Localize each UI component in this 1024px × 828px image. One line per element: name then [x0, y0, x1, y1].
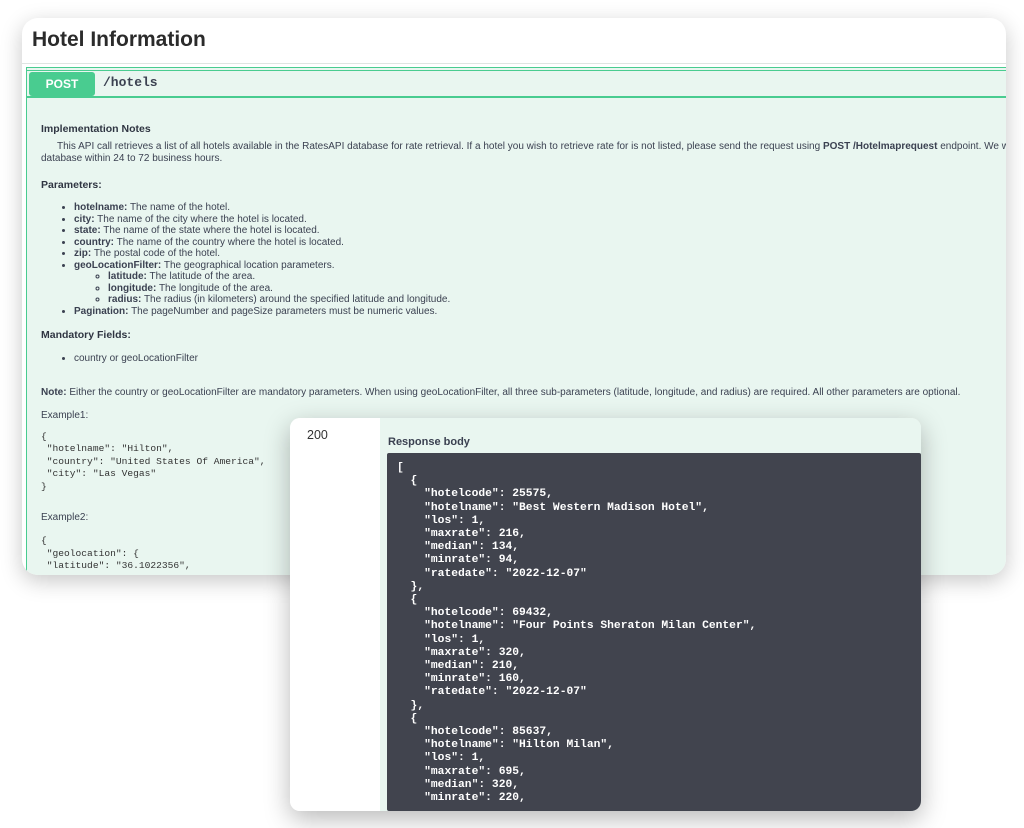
post-method-badge[interactable]: POST	[29, 72, 95, 96]
param-item: zip: The postal code of the hotel.	[74, 248, 1006, 260]
subparam-name: longitude:	[108, 282, 157, 294]
param-desc: The pageNumber and pageSize parameters m…	[131, 305, 438, 317]
notes-endpoint: POST /Hotelmaprequest	[822, 141, 938, 152]
notes-line1-end: endpoint. We will	[940, 141, 1006, 152]
implementation-notes-heading: Implementation Notes	[41, 123, 151, 135]
parameters-list: hotelname: The name of the hotel. city: …	[74, 202, 1006, 317]
param-desc: The name of the hotel.	[129, 202, 231, 213]
subparam-desc: The latitude of the area.	[149, 271, 256, 282]
param-item: city: The name of the city where the hot…	[74, 214, 1006, 226]
param-item: Pagination: The pageNumber and pageSize …	[74, 306, 1006, 318]
subparam-desc: The longitude of the area.	[158, 282, 273, 294]
param-name: country:	[74, 236, 114, 248]
param-item: geoLocationFilter: The geographical loca…	[74, 260, 1006, 306]
page-title: Hotel Information	[32, 28, 206, 51]
param-item: hotelname: The name of the hotel.	[74, 202, 1006, 214]
param-item: state: The name of the state where the h…	[74, 225, 1006, 237]
response-code-column	[290, 418, 380, 811]
subparam-item: radius: The radius (in kilometers) aroun…	[108, 294, 1006, 306]
note-text: Either the country or geoLocationFilter …	[69, 386, 961, 398]
param-name: geoLocationFilter:	[74, 259, 162, 271]
subparam-item: latitude: The latitude of the area.	[108, 271, 1006, 283]
mandatory-fields-heading: Mandatory Fields:	[41, 329, 131, 341]
param-item: country: The name of the country where t…	[74, 237, 1006, 249]
notes-line2: database within 24 to 72 business hours.	[41, 153, 223, 164]
operation-header[interactable]: POST /hotels	[27, 70, 1006, 98]
note-paragraph: Note: Either the country or geoLocationF…	[41, 387, 1006, 399]
param-name: Pagination:	[74, 305, 129, 317]
response-status-code: 200	[307, 428, 328, 442]
param-desc: The postal code of the hotel.	[93, 248, 221, 259]
param-name: state:	[74, 225, 101, 236]
param-name: city:	[74, 213, 95, 225]
note-label: Note:	[41, 386, 67, 398]
mandatory-list: country or geoLocationFilter	[74, 353, 1006, 365]
response-body-label: Response body	[388, 436, 470, 448]
param-desc: The name of the country where the hotel …	[116, 236, 344, 248]
operation-path[interactable]: /hotels	[103, 75, 158, 90]
implementation-notes-text: This API call retrieves a list of all ho…	[57, 141, 1006, 153]
param-desc: The name of the state where the hotel is…	[103, 225, 320, 236]
subparam-item: longitude: The longitude of the area.	[108, 283, 1006, 295]
param-desc: The name of the city where the hotel is …	[97, 213, 307, 225]
subparam-name: radius:	[108, 294, 142, 305]
subparam-desc: The radius (in kilometers) around the sp…	[143, 294, 451, 305]
geolocation-subparams: latitude: The latitude of the area. long…	[108, 271, 1006, 306]
response-body-code[interactable]: [ { "hotelcode": 25575, "hotelname": "Be…	[387, 453, 921, 811]
param-name: hotelname:	[74, 202, 128, 213]
subparam-name: latitude:	[108, 271, 147, 282]
title-divider	[22, 63, 1006, 64]
parameters-heading: Parameters:	[41, 179, 102, 191]
param-name: zip:	[74, 248, 92, 259]
mandatory-item: country or geoLocationFilter	[74, 353, 1006, 365]
response-panel: 200 Response body [ { "hotelcode": 25575…	[290, 418, 921, 811]
notes-line1: This API call retrieves a list of all ho…	[57, 141, 821, 152]
param-desc: The geographical location parameters.	[163, 259, 335, 271]
